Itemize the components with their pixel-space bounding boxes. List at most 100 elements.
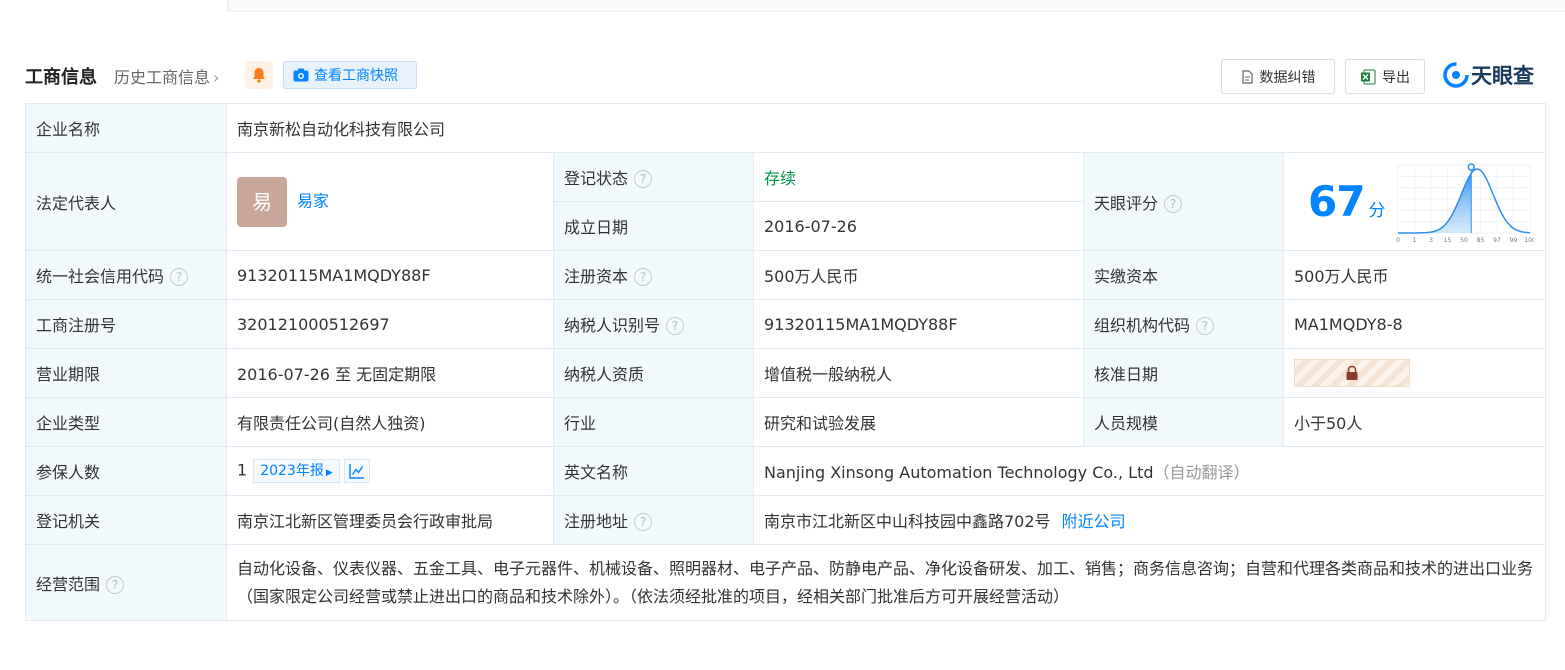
correct-button[interactable]: 数据纠错 xyxy=(1221,59,1335,94)
authority-value: 南京江北新区管理委员会行政审批局 xyxy=(226,495,554,545)
status-label: 登记状态? xyxy=(553,152,754,202)
section-header: 工商信息 历史工商信息 › 查看工商快照 数据纠错 导出 天眼查 xyxy=(25,56,1545,96)
table-row: 工商注册号 320121000512697 纳税人识别号? 91320115MA… xyxy=(25,299,1547,349)
active-tab[interactable] xyxy=(0,0,228,12)
industry-value: 研究和试验发展 xyxy=(753,397,1084,447)
table-row: 企业类型 有限责任公司(自然人独资) 行业 研究和试验发展 人员规模 小于50人 xyxy=(25,397,1547,447)
help-icon[interactable]: ? xyxy=(106,575,125,594)
authority-label: 登记机关 xyxy=(25,495,227,545)
table-row: 营业期限 2016-07-26 至 无固定期限 纳税人资质 增值税一般纳税人 核… xyxy=(25,348,1547,398)
tax-id-value: 91320115MA1MQDY88F xyxy=(753,299,1084,349)
caret-right-icon: ▶ xyxy=(325,468,333,478)
logo-eye-icon xyxy=(1443,62,1469,88)
help-icon[interactable]: ? xyxy=(666,317,685,335)
annual-report-label: 2023年报 xyxy=(260,463,324,479)
scope-label-text: 经营范围 xyxy=(36,574,101,594)
staff-size-label: 人员规模 xyxy=(1083,397,1284,447)
help-icon[interactable]: ? xyxy=(1196,317,1215,335)
table-row: 登记机关 南京江北新区管理委员会行政审批局 注册地址? 南京市江北新区中山科技园… xyxy=(25,495,1547,545)
top-tab-bar xyxy=(0,0,1565,12)
chart-tick-label: 100 xyxy=(1524,237,1534,244)
trend-chart-icon[interactable] xyxy=(343,459,370,483)
help-icon[interactable]: ? xyxy=(634,513,653,531)
reg-number-label: 工商注册号 xyxy=(25,299,227,349)
credit-code-label-text: 统一社会信用代码 xyxy=(36,267,165,286)
chevron-right-icon: › xyxy=(213,68,220,87)
logo-text: 天眼查 xyxy=(1471,64,1534,88)
approval-date-label: 核准日期 xyxy=(1083,348,1284,398)
score-marker-dot xyxy=(1467,163,1476,171)
help-icon[interactable]: ? xyxy=(634,170,653,188)
camera-icon xyxy=(293,68,309,82)
english-name-label: 英文名称 xyxy=(553,446,754,496)
table-row: 参保人数 1 2023年报 ▶ 英文名称 Nanjing Xinsong Autom… xyxy=(25,446,1547,496)
approval-date-value xyxy=(1282,348,1547,398)
table-row: 经营范围? 自动化设备、仪表仪器、五金工具、电子元器件、机械设备、照明器材、电子… xyxy=(25,544,1547,621)
capital-label: 注册资本? xyxy=(553,250,754,300)
paid-capital-value: 500万人民币 xyxy=(1282,250,1547,300)
company-type-value: 有限责任公司(自然人独资) xyxy=(226,397,554,447)
bell-icon[interactable] xyxy=(245,61,273,89)
help-icon[interactable]: ? xyxy=(170,268,189,286)
paid-capital-label: 实缴资本 xyxy=(1083,250,1284,300)
chart-tick-label: 0 xyxy=(1396,237,1400,244)
scope-label: 经营范围? xyxy=(25,544,227,621)
chart-tick-label: 99 xyxy=(1510,237,1518,244)
section-title: 工商信息 xyxy=(25,67,97,88)
company-name-value: 南京新松自动化科技有限公司 xyxy=(225,103,1547,153)
export-button[interactable]: 导出 xyxy=(1345,59,1425,94)
org-code-label: 组织机构代码? xyxy=(1083,299,1284,349)
term-value: 2016-07-26 至 无固定期限 xyxy=(226,348,554,398)
excel-icon xyxy=(1361,69,1376,84)
scope-value: 自动化设备、仪表仪器、五金工具、电子元器件、机械设备、照明器材、电子产品、防静电… xyxy=(225,544,1547,621)
tax-id-label-text: 纳税人识别号 xyxy=(564,316,661,335)
snapshot-button[interactable]: 查看工商快照 xyxy=(283,61,417,89)
lock-icon xyxy=(1346,365,1358,380)
company-name-label: 企业名称 xyxy=(25,103,227,153)
reg-number-value: 320121000512697 xyxy=(226,299,554,349)
annual-report-badge[interactable]: 2023年报 ▶ xyxy=(253,459,340,483)
help-icon[interactable]: ? xyxy=(634,268,653,286)
snapshot-label: 查看工商快照 xyxy=(314,68,398,84)
company-type-label: 企业类型 xyxy=(25,397,227,447)
chart-tick-label: 50 xyxy=(1460,237,1468,244)
english-name-text: Nanjing Xinsong Automation Technology Co… xyxy=(764,463,1154,482)
legal-rep-value: 易易家 xyxy=(226,152,554,251)
tax-qualification-label: 纳税人资质 xyxy=(553,348,754,398)
tianyancha-logo: 天眼查 xyxy=(1443,60,1545,90)
tax-id-label: 纳税人识别号? xyxy=(553,299,754,349)
legal-rep-label: 法定代表人 xyxy=(25,152,227,251)
score-distribution-chart: 0 1 3 15 50 85 97 99 100 xyxy=(1396,163,1534,244)
staff-size-value: 小于50人 xyxy=(1282,397,1547,447)
english-name-value: Nanjing Xinsong Automation Technology Co… xyxy=(752,446,1547,496)
founded-label: 成立日期 xyxy=(553,201,754,251)
insured-count: 1 xyxy=(237,460,248,480)
history-link[interactable]: 历史工商信息 › xyxy=(114,64,219,88)
insured-value: 1 2023年报 ▶ xyxy=(226,446,554,496)
correct-label: 数据纠错 xyxy=(1259,69,1316,86)
score-label-text: 天眼评分 xyxy=(1094,193,1159,213)
nearby-companies-link[interactable]: 附近公司 xyxy=(1062,512,1126,531)
avatar[interactable]: 易 xyxy=(237,176,287,227)
insured-label: 参保人数 xyxy=(25,446,227,496)
capital-label-text: 注册资本 xyxy=(564,267,629,286)
address-label-text: 注册地址 xyxy=(564,512,629,531)
status-value: 存续 xyxy=(753,152,1084,202)
capital-value: 500万人民币 xyxy=(753,250,1084,300)
chart-tick-label: 97 xyxy=(1493,237,1501,244)
locked-content[interactable] xyxy=(1294,359,1410,387)
address-text: 南京市江北新区中山科技园中鑫路702号 xyxy=(764,512,1051,531)
tax-qualification-value: 增值税一般纳税人 xyxy=(753,348,1084,398)
address-value: 南京市江北新区中山科技园中鑫路702号 附近公司 xyxy=(752,495,1547,545)
export-label: 导出 xyxy=(1382,69,1410,86)
legal-rep-link[interactable]: 易家 xyxy=(297,191,329,210)
help-icon[interactable]: ? xyxy=(1164,194,1183,213)
history-label: 历史工商信息 xyxy=(114,68,211,87)
score-cell[interactable]: 67分 0 1 3 15 50 85 97 99 100 xyxy=(1282,152,1547,251)
industry-label: 行业 xyxy=(553,397,754,447)
founded-value: 2016-07-26 xyxy=(753,201,1084,251)
score-area xyxy=(1398,173,1472,233)
business-info-table: 企业名称 南京新松自动化科技有限公司 法定代表人 易易家 登记状态? 存续 天眼… xyxy=(25,103,1547,621)
status-label-text: 登记状态 xyxy=(564,169,629,188)
auto-translate-note: （自动翻译） xyxy=(1153,463,1250,482)
